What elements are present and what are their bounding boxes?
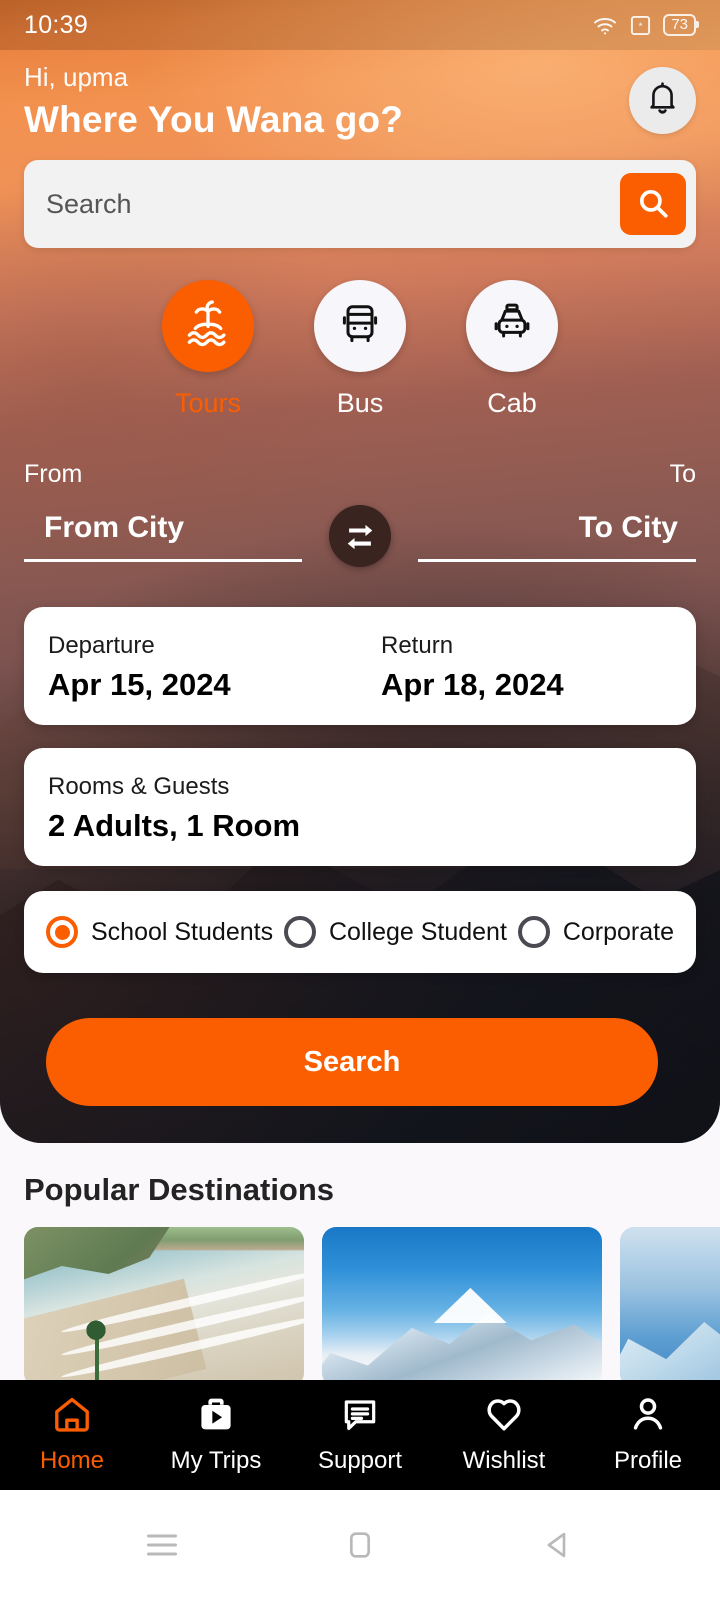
- bell-icon: [646, 80, 679, 121]
- greeting-text: Hi, upma: [24, 62, 129, 92]
- search-bar[interactable]: [24, 160, 696, 248]
- search-input[interactable]: [46, 188, 620, 220]
- popular-destinations-title: Popular Destinations: [24, 1172, 335, 1207]
- heart-icon: [484, 1395, 524, 1438]
- nav-item-my-trips-label: My Trips: [170, 1447, 262, 1474]
- nav-item-support-label: Support: [317, 1447, 403, 1474]
- rooms-guests-label: Rooms & Guests: [48, 773, 230, 800]
- notifications-button[interactable]: [629, 67, 696, 134]
- from-label: From: [24, 460, 83, 488]
- radio-school-students-label: School Students: [91, 917, 274, 946]
- swap-horizontal-icon: [343, 520, 377, 553]
- sim-card-icon: *: [630, 15, 651, 36]
- search-submit-button[interactable]: [620, 173, 686, 235]
- from-city-field[interactable]: [24, 511, 302, 562]
- departure-date-field[interactable]: Departure Apr 15, 2024: [48, 631, 360, 725]
- chat-lines-icon: [340, 1395, 380, 1438]
- radio-icon-unselected: [517, 916, 550, 948]
- radio-icon-selected: [46, 916, 78, 948]
- destination-card-glacier[interactable]: [620, 1227, 720, 1387]
- island-palm-icon: [181, 297, 235, 356]
- radio-corporate[interactable]: Corporate: [517, 916, 674, 948]
- bottom-navigation: Home My Trips Support Wishlist Profile: [0, 1380, 720, 1490]
- destination-card-beach[interactable]: [24, 1227, 304, 1387]
- home-icon: [52, 1395, 92, 1438]
- category-cab-label: Cab: [487, 388, 537, 418]
- ice-glacier-photo: [620, 1227, 720, 1387]
- taxi-icon: [488, 300, 536, 353]
- rooms-guests-card[interactable]: Rooms & Guests 2 Adults, 1 Room: [24, 748, 696, 866]
- svg-text:*: *: [639, 20, 643, 32]
- traveller-type-card: School Students College Student Corporat…: [24, 891, 696, 973]
- radio-college-student-label: College Student: [329, 917, 507, 946]
- departure-label: Departure: [48, 632, 155, 659]
- departure-value: Apr 15, 2024: [48, 667, 231, 702]
- greeting-block: Hi, upma Where You Wana go?: [24, 60, 403, 144]
- return-value: Apr 18, 2024: [381, 667, 564, 702]
- route-selector: From To: [0, 460, 720, 567]
- briefcase-play-icon: [196, 1395, 236, 1438]
- beach-coastline-photo: [24, 1227, 304, 1387]
- nav-item-my-trips[interactable]: My Trips: [144, 1395, 288, 1475]
- radio-icon-unselected: [284, 916, 316, 948]
- status-bar: 10:39 * 73: [0, 0, 720, 50]
- status-icons: * 73: [592, 14, 699, 36]
- from-city-input[interactable]: [24, 511, 302, 545]
- status-time: 10:39: [24, 10, 89, 39]
- to-city-input[interactable]: [418, 511, 696, 545]
- swap-cities-button[interactable]: [329, 505, 391, 567]
- return-date-field[interactable]: Return Apr 18, 2024: [360, 631, 672, 725]
- nav-item-home-label: Home: [39, 1447, 105, 1474]
- cab-icon-circle: [466, 280, 558, 372]
- nav-item-wishlist[interactable]: Wishlist: [432, 1395, 576, 1475]
- category-bus[interactable]: Bus: [312, 280, 408, 419]
- page-header: Hi, upma Where You Wana go?: [0, 50, 720, 144]
- nav-item-home[interactable]: Home: [0, 1395, 144, 1475]
- nav-item-support[interactable]: Support: [288, 1395, 432, 1475]
- bus-icon-circle: [314, 280, 406, 372]
- tours-icon-circle: [162, 280, 254, 372]
- radio-corporate-label: Corporate: [562, 917, 674, 946]
- category-bus-label: Bus: [336, 388, 384, 418]
- nav-item-wishlist-label: Wishlist: [462, 1447, 546, 1474]
- bus-icon: [336, 300, 384, 353]
- return-label: Return: [381, 632, 454, 659]
- snow-mountain-photo: [322, 1227, 602, 1387]
- category-cab[interactable]: Cab: [464, 280, 560, 419]
- radio-college-student[interactable]: College Student: [284, 916, 507, 948]
- wifi-icon: [592, 15, 618, 35]
- page-title: Where You Wana go?: [24, 99, 404, 140]
- android-navigation-bar: [0, 1490, 720, 1600]
- search-cta-button[interactable]: Search: [46, 1018, 658, 1106]
- nav-item-profile[interactable]: Profile: [576, 1395, 720, 1475]
- to-city-field[interactable]: [418, 511, 696, 562]
- app-screen: 10:39 * 73 Hi, upma Where You Wana go? S…: [0, 0, 720, 1600]
- search-icon: [636, 186, 670, 223]
- home-square-icon[interactable]: [336, 1521, 384, 1569]
- dates-card: Departure Apr 15, 2024 Return Apr 18, 20…: [24, 607, 696, 725]
- category-tours[interactable]: Tours: [160, 280, 256, 419]
- person-icon: [628, 1395, 668, 1438]
- rooms-guests-value: 2 Adults, 1 Room: [48, 808, 301, 843]
- nav-item-profile-label: Profile: [613, 1447, 683, 1474]
- battery-indicator: 73: [663, 14, 699, 36]
- to-label: To: [669, 460, 696, 488]
- category-selector: Tours Bus Cab: [0, 280, 720, 419]
- destination-card-mountain[interactable]: [322, 1227, 602, 1387]
- recents-menu-icon[interactable]: [138, 1521, 186, 1569]
- category-tours-label: Tours: [174, 388, 242, 418]
- radio-school-students[interactable]: School Students: [46, 916, 273, 948]
- back-triangle-icon[interactable]: [534, 1521, 582, 1569]
- popular-destinations-list[interactable]: [24, 1227, 720, 1387]
